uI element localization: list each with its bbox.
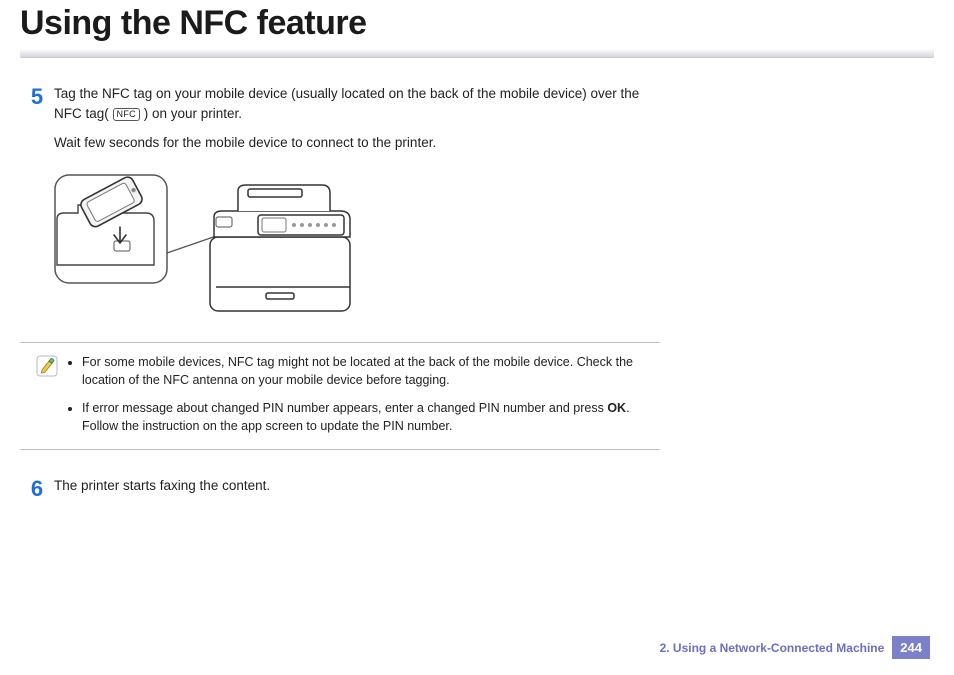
step5-illustration [54,169,660,324]
step5-p1b: ) on your printer. [144,106,242,121]
step5-p1: Tag the NFC tag on your mobile device (u… [54,84,660,123]
note-bullet-1: For some mobile devices, NFC tag might n… [82,353,652,389]
step-body: The printer starts faxing the content. [54,476,660,506]
step-number: 5 [20,84,54,108]
note-pencil-icon [36,355,58,377]
note-bullet-2: If error message about changed PIN numbe… [82,399,652,435]
footer-page-number: 244 [892,636,930,659]
step5-p1a: Tag the NFC tag on your mobile device (u… [54,86,639,121]
note-icon-column [28,353,66,436]
step5-p2: Wait few seconds for the mobile device t… [54,133,660,153]
step-5: 5 Tag the NFC tag on your mobile device … [20,84,660,163]
title-rule [20,49,934,58]
step-body: Tag the NFC tag on your mobile device (u… [54,84,660,163]
step-number: 6 [20,476,54,500]
step-6: 6 The printer starts faxing the content. [20,476,660,506]
footer-chapter: 2. Using a Network-Connected Machine [660,641,885,655]
page-title: Using the NFC feature [20,4,934,43]
note-box: For some mobile devices, NFC tag might n… [20,342,660,451]
note-b2a: If error message about changed PIN numbe… [82,401,607,415]
document-page: Using the NFC feature 5 Tag the NFC tag … [0,4,954,675]
note-ok: OK [607,401,626,415]
nfc-printer-diagram [54,169,364,319]
note-list: For some mobile devices, NFC tag might n… [66,353,652,436]
nfc-tag-icon: NFC [113,108,140,121]
step6-p1: The printer starts faxing the content. [54,476,660,496]
content-column: 5 Tag the NFC tag on your mobile device … [20,84,660,506]
page-footer: 2. Using a Network-Connected Machine 244 [660,636,930,659]
